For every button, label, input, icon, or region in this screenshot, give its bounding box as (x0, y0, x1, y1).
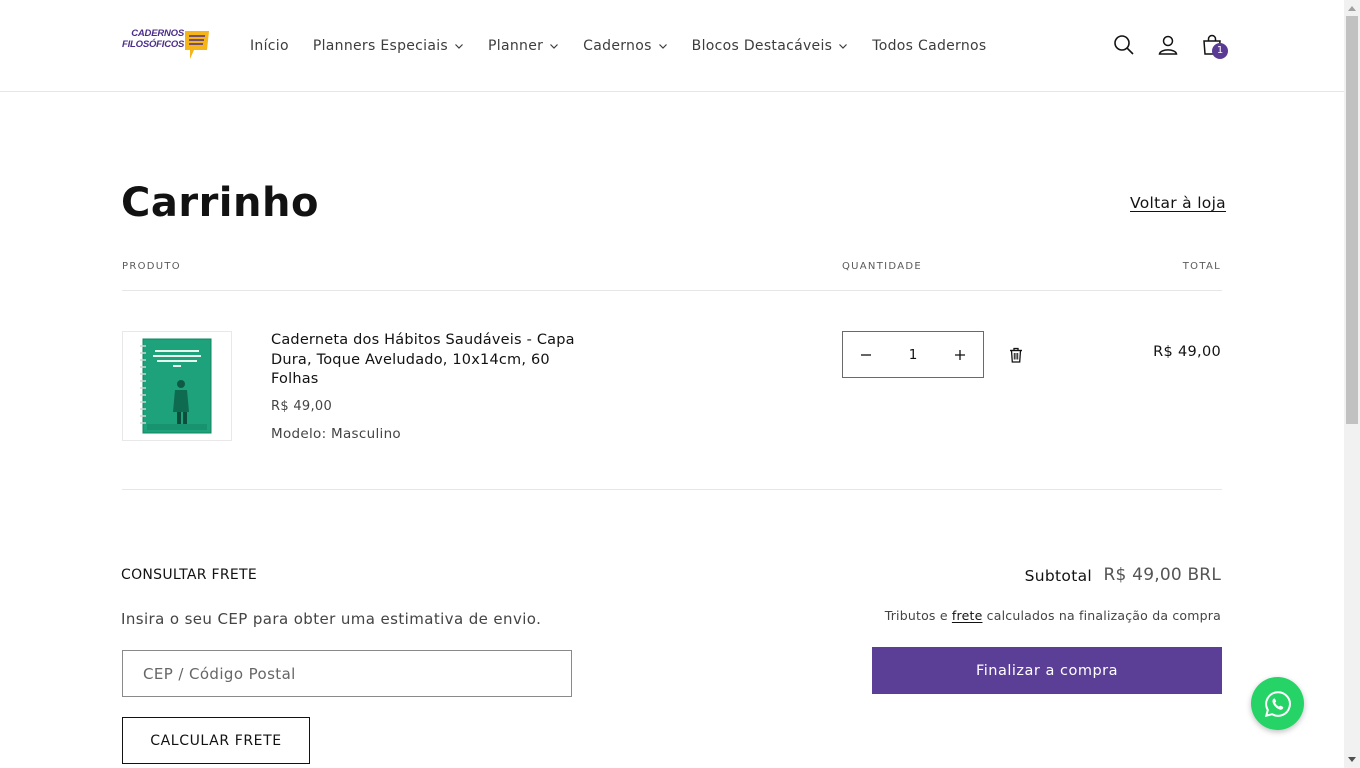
chevron-down-icon (658, 44, 667, 49)
back-to-store-link[interactable]: Voltar à loja (1130, 194, 1226, 212)
shipping-description: Insira o seu CEP para obter uma estimati… (121, 610, 542, 628)
taxes-prefix: Tributos e (884, 608, 948, 623)
chevron-down-icon (550, 44, 559, 49)
brand-logo[interactable]: CADERNOS FILOSÓFICOS (122, 26, 214, 64)
site-header: CADERNOS FILOSÓFICOS Início Planners Esp… (0, 0, 1344, 92)
scroll-down-arrow-icon[interactable] (1344, 752, 1360, 768)
line-item-total: R$ 49,00 (1153, 344, 1221, 360)
calculate-shipping-button[interactable]: CALCULAR FRETE (122, 717, 310, 764)
increase-quantity-button[interactable] (937, 332, 983, 377)
product-variant: Modelo: Masculino (271, 426, 401, 442)
minus-icon (861, 353, 871, 356)
nav-item-cadernos[interactable]: Cadernos (583, 38, 668, 54)
divider (122, 489, 1222, 490)
trash-icon[interactable] (1007, 346, 1025, 364)
cep-input[interactable] (122, 650, 572, 697)
main-nav: Início Planners Especiais Planner Cadern… (250, 36, 1011, 56)
page-title: Carrinho (121, 180, 319, 226)
plus-icon (955, 349, 965, 360)
checkout-button[interactable]: Finalizar a compra (872, 647, 1222, 694)
scroll-up-arrow-icon[interactable] (1344, 0, 1360, 16)
user-icon[interactable] (1156, 33, 1180, 57)
subtotal-label: Subtotal (1024, 567, 1092, 585)
product-unit-price: R$ 49,00 (271, 399, 333, 414)
whatsapp-icon (1264, 690, 1291, 717)
scrollbar-thumb[interactable] (1346, 16, 1358, 424)
nav-item-planners-especiais[interactable]: Planners Especiais (313, 38, 464, 54)
product-thumbnail[interactable] (122, 331, 232, 441)
column-header-product: PRODUTO (122, 261, 181, 272)
nav-item-blocos-destacaveis[interactable]: Blocos Destacáveis (692, 38, 849, 54)
chevron-down-icon (455, 44, 463, 49)
quantity-input[interactable]: 1 (893, 347, 933, 363)
notebook-logo-icon (185, 31, 209, 59)
search-icon[interactable] (1112, 33, 1136, 57)
logo-wordmark: CADERNOS FILOSÓFICOS (122, 28, 185, 50)
subtotal-value: R$ 49,00 BRL (1103, 565, 1221, 585)
nav-item-todos-cadernos[interactable]: Todos Cadernos (872, 38, 986, 54)
quantity-stepper: 1 (842, 331, 984, 378)
chevron-down-icon (839, 44, 848, 49)
decrease-quantity-button[interactable] (843, 332, 889, 377)
column-header-total: TOTAL (1182, 261, 1221, 272)
nav-item-inicio[interactable]: Início (250, 38, 289, 54)
nav-item-planner[interactable]: Planner (488, 38, 559, 54)
whatsapp-button[interactable] (1251, 677, 1304, 730)
cart-count-badge: 1 (1212, 43, 1228, 59)
product-cover-image (140, 338, 212, 434)
divider (122, 290, 1222, 291)
column-header-quantity: QUANTIDADE (842, 261, 922, 272)
taxes-note: Tributos e frete calculados na finalizaç… (860, 608, 1221, 623)
shipping-title: CONSULTAR FRETE (121, 567, 258, 583)
shipping-policy-link[interactable]: frete (952, 608, 983, 623)
taxes-suffix: calculados na finalização da compra (986, 608, 1221, 623)
product-name-link[interactable]: Caderneta dos Hábitos Saudáveis - Capa D… (271, 331, 581, 390)
